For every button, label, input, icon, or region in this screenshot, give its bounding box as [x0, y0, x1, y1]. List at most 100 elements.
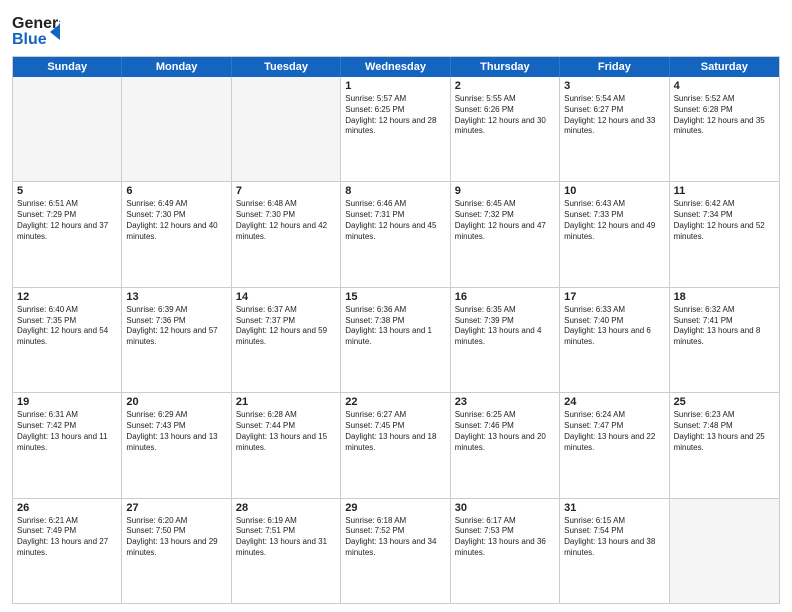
logo-icon: General Blue — [12, 10, 60, 48]
day-cell-4: 4 Sunrise: 5:52 AMSunset: 6:28 PMDaylight… — [670, 77, 779, 181]
day-number: 19 — [17, 396, 117, 408]
day-number: 9 — [455, 185, 555, 197]
cell-info: Sunrise: 6:29 AMSunset: 7:43 PMDaylight:… — [126, 410, 226, 453]
cell-info: Sunrise: 6:27 AMSunset: 7:45 PMDaylight:… — [345, 410, 445, 453]
day-cell-6: 6 Sunrise: 6:49 AMSunset: 7:30 PMDaylight… — [122, 182, 231, 286]
day-cell-8: 8Sunrise: 6:46 AMSunset: 7:31 PMDaylight… — [341, 182, 450, 286]
cell-info: Sunrise: 5:54 AMSunset: 6:27 PMDaylight:… — [564, 94, 664, 137]
cell-info: Sunrise: 6:42 AMSunset: 7:34 PMDaylight:… — [674, 199, 775, 242]
cell-info: Sunrise: 6:46 AMSunset: 7:31 PMDaylight:… — [345, 199, 445, 242]
day-cell-30: 30 Sunrise: 6:17 AMSunset: 7:53 PMDayligh… — [451, 499, 560, 603]
cell-info: Sunrise: 6:20 AMSunset: 7:50 PMDaylight:… — [126, 516, 226, 559]
calendar-row-1: 5 Sunrise: 6:51 AMSunset: 7:29 PMDaylight… — [13, 181, 779, 286]
day-number: 17 — [564, 291, 664, 303]
calendar-row-0: 1 Sunrise: 5:57 AMSunset: 6:25 PMDaylight… — [13, 77, 779, 181]
cell-info: Sunrise: 6:45 AMSunset: 7:32 PMDaylight:… — [455, 199, 555, 242]
day-number: 7 — [236, 185, 336, 197]
day-cell-24: 24Sunrise: 6:24 AMSunset: 7:47 PMDayligh… — [560, 393, 669, 497]
day-cell-14: 14Sunrise: 6:37 AMSunset: 7:37 PMDayligh… — [232, 288, 341, 392]
cell-info: Sunrise: 6:48 AMSunset: 7:30 PMDaylight:… — [236, 199, 336, 242]
day-number: 31 — [564, 502, 664, 514]
cell-info: Sunrise: 6:39 AMSunset: 7:36 PMDaylight:… — [126, 305, 226, 348]
cell-info: Sunrise: 6:49 AMSunset: 7:30 PMDaylight:… — [126, 199, 226, 242]
day-header-tuesday: Tuesday — [232, 57, 341, 77]
day-number: 1 — [345, 80, 445, 92]
day-cell-19: 19 Sunrise: 6:31 AMSunset: 7:42 PMDayligh… — [13, 393, 122, 497]
cell-info: Sunrise: 6:28 AMSunset: 7:44 PMDaylight:… — [236, 410, 336, 453]
day-cell-17: 17 Sunrise: 6:33 AMSunset: 7:40 PMDayligh… — [560, 288, 669, 392]
day-cell-18: 18 Sunrise: 6:32 AMSunset: 7:41 PMDayligh… — [670, 288, 779, 392]
cell-info: Sunrise: 6:35 AMSunset: 7:39 PMDaylight:… — [455, 305, 555, 348]
day-cell-21: 21 Sunrise: 6:28 AMSunset: 7:44 PMDayligh… — [232, 393, 341, 497]
day-number: 4 — [674, 80, 775, 92]
cell-info: Sunrise: 5:55 AMSunset: 6:26 PMDaylight:… — [455, 94, 555, 137]
main-container: General Blue SundayMondayTuesdayWednesda… — [0, 0, 792, 612]
day-number: 6 — [126, 185, 226, 197]
day-cell-11: 11Sunrise: 6:42 AMSunset: 7:34 PMDayligh… — [670, 182, 779, 286]
cell-info: Sunrise: 6:40 AMSunset: 7:35 PMDaylight:… — [17, 305, 117, 348]
day-number: 23 — [455, 396, 555, 408]
day-cell-9: 9 Sunrise: 6:45 AMSunset: 7:32 PMDaylight… — [451, 182, 560, 286]
calendar: SundayMondayTuesdayWednesdayThursdayFrid… — [12, 56, 780, 604]
cell-info: Sunrise: 6:17 AMSunset: 7:53 PMDaylight:… — [455, 516, 555, 559]
day-cell-26: 26Sunrise: 6:21 AMSunset: 7:49 PMDayligh… — [13, 499, 122, 603]
day-number: 3 — [564, 80, 664, 92]
cell-info: Sunrise: 6:36 AMSunset: 7:38 PMDaylight:… — [345, 305, 445, 348]
empty-cell — [13, 77, 122, 181]
day-header-friday: Friday — [560, 57, 669, 77]
empty-cell — [670, 499, 779, 603]
logo: General Blue — [12, 10, 60, 48]
day-cell-27: 27 Sunrise: 6:20 AMSunset: 7:50 PMDayligh… — [122, 499, 231, 603]
cell-info: Sunrise: 6:31 AMSunset: 7:42 PMDaylight:… — [17, 410, 117, 453]
day-cell-1: 1 Sunrise: 5:57 AMSunset: 6:25 PMDaylight… — [341, 77, 450, 181]
day-cell-5: 5 Sunrise: 6:51 AMSunset: 7:29 PMDaylight… — [13, 182, 122, 286]
calendar-header: SundayMondayTuesdayWednesdayThursdayFrid… — [13, 57, 779, 77]
cell-info: Sunrise: 6:19 AMSunset: 7:51 PMDaylight:… — [236, 516, 336, 559]
cell-info: Sunrise: 6:33 AMSunset: 7:40 PMDaylight:… — [564, 305, 664, 348]
cell-info: Sunrise: 6:15 AMSunset: 7:54 PMDaylight:… — [564, 516, 664, 559]
day-number: 5 — [17, 185, 117, 197]
day-number: 30 — [455, 502, 555, 514]
day-cell-16: 16Sunrise: 6:35 AMSunset: 7:39 PMDayligh… — [451, 288, 560, 392]
day-number: 18 — [674, 291, 775, 303]
cell-info: Sunrise: 6:21 AMSunset: 7:49 PMDaylight:… — [17, 516, 117, 559]
day-number: 25 — [674, 396, 775, 408]
cell-info: Sunrise: 6:43 AMSunset: 7:33 PMDaylight:… — [564, 199, 664, 242]
cell-info: Sunrise: 5:57 AMSunset: 6:25 PMDaylight:… — [345, 94, 445, 137]
day-cell-29: 29 Sunrise: 6:18 AMSunset: 7:52 PMDayligh… — [341, 499, 450, 603]
day-header-saturday: Saturday — [670, 57, 779, 77]
cell-info: Sunrise: 6:51 AMSunset: 7:29 PMDaylight:… — [17, 199, 117, 242]
cell-info: Sunrise: 5:52 AMSunset: 6:28 PMDaylight:… — [674, 94, 775, 137]
day-number: 27 — [126, 502, 226, 514]
cell-info: Sunrise: 6:24 AMSunset: 7:47 PMDaylight:… — [564, 410, 664, 453]
day-number: 15 — [345, 291, 445, 303]
cell-info: Sunrise: 6:23 AMSunset: 7:48 PMDaylight:… — [674, 410, 775, 453]
empty-cell — [122, 77, 231, 181]
day-header-monday: Monday — [122, 57, 231, 77]
day-header-sunday: Sunday — [13, 57, 122, 77]
calendar-row-3: 19 Sunrise: 6:31 AMSunset: 7:42 PMDayligh… — [13, 392, 779, 497]
day-cell-15: 15 Sunrise: 6:36 AMSunset: 7:38 PMDayligh… — [341, 288, 450, 392]
cell-info: Sunrise: 6:25 AMSunset: 7:46 PMDaylight:… — [455, 410, 555, 453]
day-header-thursday: Thursday — [451, 57, 560, 77]
cell-info: Sunrise: 6:32 AMSunset: 7:41 PMDaylight:… — [674, 305, 775, 348]
day-header-wednesday: Wednesday — [341, 57, 450, 77]
day-cell-31: 31 Sunrise: 6:15 AMSunset: 7:54 PMDayligh… — [560, 499, 669, 603]
svg-text:Blue: Blue — [12, 31, 47, 48]
day-number: 29 — [345, 502, 445, 514]
day-cell-22: 22 Sunrise: 6:27 AMSunset: 7:45 PMDayligh… — [341, 393, 450, 497]
day-number: 12 — [17, 291, 117, 303]
cell-info: Sunrise: 6:18 AMSunset: 7:52 PMDaylight:… — [345, 516, 445, 559]
header: General Blue — [12, 10, 780, 48]
day-number: 20 — [126, 396, 226, 408]
day-cell-2: 2 Sunrise: 5:55 AMSunset: 6:26 PMDaylight… — [451, 77, 560, 181]
day-cell-28: 28Sunrise: 6:19 AMSunset: 7:51 PMDayligh… — [232, 499, 341, 603]
day-number: 21 — [236, 396, 336, 408]
day-cell-3: 3 Sunrise: 5:54 AMSunset: 6:27 PMDaylight… — [560, 77, 669, 181]
day-number: 22 — [345, 396, 445, 408]
calendar-row-4: 26Sunrise: 6:21 AMSunset: 7:49 PMDayligh… — [13, 498, 779, 603]
day-cell-10: 10Sunrise: 6:43 AMSunset: 7:33 PMDayligh… — [560, 182, 669, 286]
day-cell-7: 7 Sunrise: 6:48 AMSunset: 7:30 PMDaylight… — [232, 182, 341, 286]
day-number: 14 — [236, 291, 336, 303]
day-number: 2 — [455, 80, 555, 92]
